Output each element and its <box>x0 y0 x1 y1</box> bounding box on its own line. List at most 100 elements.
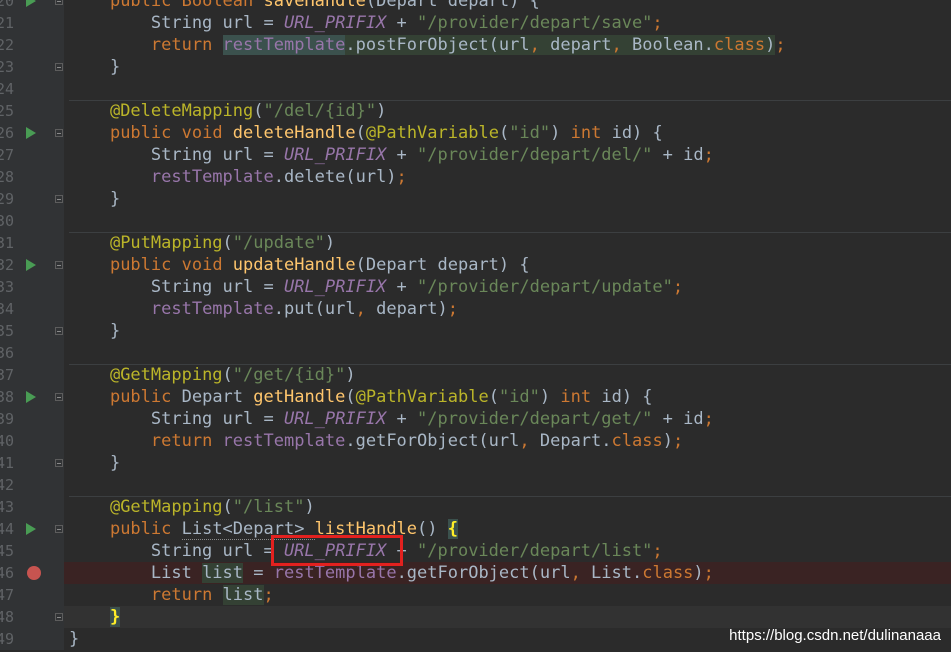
fold-marker-icon[interactable] <box>55 195 63 203</box>
fold-marker-icon[interactable] <box>55 0 63 5</box>
code-line[interactable]: 45 String url = URL_PRIFIX + "/provider/… <box>0 540 951 562</box>
code-text[interactable]: String url = URL_PRIFIX + "/provider/dep… <box>69 144 714 166</box>
line-gutter[interactable]: 40 <box>0 430 64 452</box>
code-line[interactable]: 43 @GetMapping("/list") <box>0 496 951 518</box>
line-gutter[interactable]: 47 <box>0 584 64 606</box>
code-line[interactable]: 20 public Boolean saveHandle(Depart depa… <box>0 0 951 12</box>
code-text[interactable]: @DeleteMapping("/del/{id}") <box>69 100 386 122</box>
line-gutter[interactable]: 48 <box>0 606 64 628</box>
code-text[interactable]: @PutMapping("/update") <box>69 232 335 254</box>
line-gutter[interactable]: 31 <box>0 232 64 254</box>
line-gutter[interactable]: 39 <box>0 408 64 430</box>
code-line[interactable]: 28 restTemplate.delete(url); <box>0 166 951 188</box>
code-text[interactable]: } <box>69 628 79 650</box>
line-gutter[interactable]: 27 <box>0 144 64 166</box>
code-text[interactable]: public Boolean saveHandle(Depart depart)… <box>69 0 540 12</box>
code-line[interactable]: 41 } <box>0 452 951 474</box>
code-text[interactable]: String url = URL_PRIFIX + "/provider/dep… <box>69 12 663 34</box>
line-gutter[interactable]: 43 <box>0 496 64 518</box>
line-gutter[interactable]: 45 <box>0 540 64 562</box>
code-line[interactable]: 46 List list = restTemplate.getForObject… <box>0 562 951 584</box>
line-gutter[interactable]: 25 <box>0 100 64 122</box>
code-token: ; <box>447 299 458 319</box>
code-editor[interactable]: 20 public Boolean saveHandle(Depart depa… <box>0 0 951 650</box>
code-line[interactable]: 25 @DeleteMapping("/del/{id}") <box>0 100 951 122</box>
code-text[interactable]: } <box>69 188 120 210</box>
code-line[interactable]: 31 @PutMapping("/update") <box>0 232 951 254</box>
code-line[interactable]: 23 } <box>0 56 951 78</box>
code-line[interactable]: 33 String url = URL_PRIFIX + "/provider/… <box>0 276 951 298</box>
fold-marker-icon[interactable] <box>55 459 63 467</box>
run-gutter-icon[interactable] <box>26 391 36 403</box>
code-line[interactable]: 36 <box>0 342 951 364</box>
run-gutter-icon[interactable] <box>26 523 36 535</box>
run-gutter-icon[interactable] <box>26 0 36 7</box>
line-gutter[interactable]: 20 <box>0 0 64 12</box>
code-text[interactable]: } <box>69 320 120 342</box>
line-gutter[interactable]: 36 <box>0 342 64 364</box>
fold-marker-icon[interactable] <box>55 261 63 269</box>
fold-marker-icon[interactable] <box>55 613 63 621</box>
code-line[interactable]: 47 return list; <box>0 584 951 606</box>
code-line[interactable]: 37 @GetMapping("/get/{id}") <box>0 364 951 386</box>
code-line[interactable]: 32 public void updateHandle(Depart depar… <box>0 254 951 276</box>
line-gutter[interactable]: 29 <box>0 188 64 210</box>
code-line[interactable]: 21 String url = URL_PRIFIX + "/provider/… <box>0 12 951 34</box>
code-text[interactable]: } <box>69 452 120 474</box>
code-line[interactable]: 48 } <box>0 606 951 628</box>
line-gutter[interactable]: 21 <box>0 12 64 34</box>
code-line[interactable]: 40 return restTemplate.getForObject(url,… <box>0 430 951 452</box>
line-gutter[interactable]: 33 <box>0 276 64 298</box>
run-gutter-icon[interactable] <box>26 259 36 271</box>
code-text[interactable]: return list; <box>69 584 274 606</box>
fold-marker-icon[interactable] <box>55 327 63 335</box>
line-gutter[interactable]: 38 <box>0 386 64 408</box>
line-gutter[interactable]: 35 <box>0 320 64 342</box>
line-gutter[interactable]: 23 <box>0 56 64 78</box>
line-gutter[interactable]: 32 <box>0 254 64 276</box>
code-text[interactable]: return restTemplate.postForObject(url, d… <box>69 34 786 56</box>
code-line[interactable]: 39 String url = URL_PRIFIX + "/provider/… <box>0 408 951 430</box>
code-line[interactable]: 26 public void deleteHandle(@PathVariabl… <box>0 122 951 144</box>
fold-marker-icon[interactable] <box>55 63 63 71</box>
code-line[interactable]: 34 restTemplate.put(url, depart); <box>0 298 951 320</box>
code-text[interactable]: public void updateHandle(Depart depart) … <box>69 254 530 276</box>
fold-marker-icon[interactable] <box>55 393 63 401</box>
line-gutter[interactable]: 30 <box>0 210 64 232</box>
line-gutter[interactable]: 49 <box>0 628 64 650</box>
code-line[interactable]: 27 String url = URL_PRIFIX + "/provider/… <box>0 144 951 166</box>
code-line[interactable]: 44 public List<Depart> listHandle() { <box>0 518 951 540</box>
code-text[interactable]: @GetMapping("/get/{id}") <box>69 364 356 386</box>
line-gutter[interactable]: 26 <box>0 122 64 144</box>
code-line[interactable]: 35 } <box>0 320 951 342</box>
code-text[interactable]: return restTemplate.getForObject(url, De… <box>69 430 683 452</box>
line-gutter[interactable]: 44 <box>0 518 64 540</box>
line-gutter[interactable]: 34 <box>0 298 64 320</box>
code-text[interactable]: public Depart getHandle(@PathVariable("i… <box>69 386 653 408</box>
code-text[interactable]: @GetMapping("/list") <box>69 496 315 518</box>
code-line[interactable]: 22 return restTemplate.postForObject(url… <box>0 34 951 56</box>
fold-marker-icon[interactable] <box>55 525 63 533</box>
code-text[interactable]: restTemplate.delete(url); <box>69 166 407 188</box>
code-text[interactable]: } <box>69 56 120 78</box>
code-line[interactable]: 38 public Depart getHandle(@PathVariable… <box>0 386 951 408</box>
code-line[interactable]: 29 } <box>0 188 951 210</box>
line-gutter[interactable]: 46 <box>0 562 64 584</box>
run-gutter-icon[interactable] <box>26 127 36 139</box>
line-gutter[interactable]: 28 <box>0 166 64 188</box>
code-line[interactable]: 42 <box>0 474 951 496</box>
code-text[interactable]: public void deleteHandle(@PathVariable("… <box>69 122 663 144</box>
fold-marker-icon[interactable] <box>55 129 63 137</box>
code-text[interactable]: String url = URL_PRIFIX + "/provider/dep… <box>69 276 683 298</box>
code-text[interactable]: restTemplate.put(url, depart); <box>69 298 458 320</box>
code-text[interactable]: String url = URL_PRIFIX + "/provider/dep… <box>69 408 714 430</box>
breakpoint-icon[interactable] <box>27 566 41 580</box>
code-line[interactable]: 24 <box>0 78 951 100</box>
line-gutter[interactable]: 37 <box>0 364 64 386</box>
line-gutter[interactable]: 42 <box>0 474 64 496</box>
code-text[interactable]: } <box>69 606 121 628</box>
code-line[interactable]: 30 <box>0 210 951 232</box>
line-gutter[interactable]: 22 <box>0 34 64 56</box>
line-gutter[interactable]: 24 <box>0 78 64 100</box>
line-gutter[interactable]: 41 <box>0 452 64 474</box>
